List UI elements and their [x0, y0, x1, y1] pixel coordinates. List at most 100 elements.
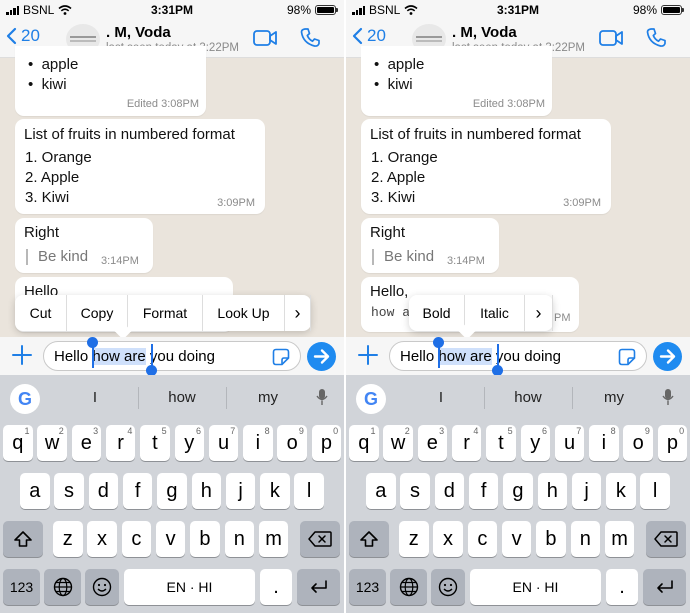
key-d[interactable]: d [434, 473, 465, 509]
menu-more-button[interactable]: › [285, 295, 311, 331]
key-w[interactable]: w2 [383, 425, 413, 461]
key-g[interactable]: g [503, 473, 533, 509]
menu-item-look-up[interactable]: Look Up [203, 295, 285, 331]
suggestion-word[interactable]: my [238, 389, 298, 406]
key-t[interactable]: t5 [486, 425, 516, 461]
message-bubble-list[interactable]: • apple • kiwi Edited 3:08PM [361, 46, 552, 116]
phone-icon[interactable] [300, 27, 320, 48]
key-w[interactable]: w2 [37, 425, 67, 461]
mic-icon[interactable] [316, 388, 328, 406]
selection-start-knob[interactable] [433, 337, 444, 348]
key-u[interactable]: u7 [554, 425, 585, 461]
return-key[interactable] [643, 569, 686, 605]
message-bubble-right[interactable]: Right Be kind 3:14PM [361, 218, 499, 273]
key-m[interactable]: m [604, 521, 635, 557]
key-u[interactable]: u7 [208, 425, 239, 461]
key-p[interactable]: p0 [657, 425, 688, 461]
key-z[interactable]: z [399, 521, 429, 557]
key-x[interactable]: x [87, 521, 117, 557]
key-s[interactable]: s [400, 473, 430, 509]
send-button[interactable] [307, 342, 336, 371]
key-j[interactable]: j [225, 473, 256, 509]
key-h[interactable]: h [191, 473, 221, 509]
message-bubble-right[interactable]: Right Be kind 3:14PM [15, 218, 153, 273]
key-z[interactable]: z [53, 521, 83, 557]
video-call-icon[interactable] [253, 29, 278, 47]
backspace-key[interactable] [300, 521, 340, 557]
message-bubble-list[interactable]: • apple • kiwi Edited 3:08PM [15, 46, 206, 116]
message-input[interactable]: Hello how are you doing [43, 341, 301, 371]
key-d[interactable]: d [88, 473, 119, 509]
key-k[interactable]: k [260, 473, 290, 509]
back-button[interactable]: 20 [6, 26, 40, 46]
space-key[interactable]: EN · HI [470, 569, 601, 605]
key-e[interactable]: e3 [417, 425, 448, 461]
key-l[interactable]: l [640, 473, 670, 509]
key-h[interactable]: h [537, 473, 567, 509]
key-o[interactable]: o9 [623, 425, 653, 461]
space-key[interactable]: EN · HI [124, 569, 255, 605]
key-j[interactable]: j [571, 473, 602, 509]
plus-icon[interactable] [356, 343, 380, 367]
send-button[interactable] [653, 342, 682, 371]
message-bubble-numbered[interactable]: List of fruits in numbered format 1. Ora… [361, 119, 611, 214]
suggestion-word[interactable]: I [411, 389, 471, 406]
key-t[interactable]: t5 [140, 425, 170, 461]
suggestion-word[interactable]: my [584, 389, 644, 406]
key-q[interactable]: q1 [3, 425, 33, 461]
key-i[interactable]: i8 [243, 425, 273, 461]
key-n[interactable]: n [224, 521, 254, 557]
key-x[interactable]: x [433, 521, 463, 557]
backspace-key[interactable] [646, 521, 686, 557]
key-c[interactable]: c [467, 521, 498, 557]
key-p[interactable]: p0 [311, 425, 342, 461]
key-c[interactable]: c [121, 521, 152, 557]
key-e[interactable]: e3 [71, 425, 102, 461]
sticker-icon[interactable] [618, 348, 636, 366]
key-y[interactable]: y6 [174, 425, 204, 461]
globe-key[interactable] [44, 569, 81, 605]
key-y[interactable]: y6 [520, 425, 550, 461]
google-logo[interactable]: G [356, 384, 386, 414]
mic-icon[interactable] [662, 388, 674, 406]
key-o[interactable]: o9 [277, 425, 307, 461]
message-bubble-numbered[interactable]: List of fruits in numbered format 1. Ora… [15, 119, 265, 214]
emoji-key[interactable] [431, 569, 465, 605]
key-n[interactable]: n [570, 521, 600, 557]
google-logo[interactable]: G [10, 384, 40, 414]
key-g[interactable]: g [157, 473, 187, 509]
numbers-key[interactable]: 123 [3, 569, 40, 605]
key-l[interactable]: l [294, 473, 324, 509]
key-a[interactable]: a [366, 473, 396, 509]
plus-icon[interactable] [10, 343, 34, 367]
key-s[interactable]: s [54, 473, 84, 509]
return-key[interactable] [297, 569, 340, 605]
key-q[interactable]: q1 [349, 425, 379, 461]
key-f[interactable]: f [122, 473, 153, 509]
shift-key[interactable] [3, 521, 43, 557]
key-r[interactable]: r4 [105, 425, 136, 461]
menu-item-cut[interactable]: Cut [15, 295, 67, 331]
suggestion-word[interactable]: how [498, 389, 558, 406]
key-b[interactable]: b [536, 521, 566, 557]
globe-key[interactable] [390, 569, 427, 605]
suggestion-word[interactable]: I [65, 389, 125, 406]
key-k[interactable]: k [606, 473, 636, 509]
menu-item-format[interactable]: Format [128, 295, 203, 331]
key-a[interactable]: a [20, 473, 50, 509]
message-input[interactable]: Hello how are you doing [389, 341, 647, 371]
menu-item-italic[interactable]: Italic [465, 295, 525, 331]
menu-item-bold[interactable]: Bold [409, 295, 465, 331]
numbers-key[interactable]: 123 [349, 569, 386, 605]
key-v[interactable]: v [155, 521, 186, 557]
back-button[interactable]: 20 [352, 26, 386, 46]
suggestion-word[interactable]: how [152, 389, 212, 406]
shift-key[interactable] [349, 521, 389, 557]
key-b[interactable]: b [190, 521, 220, 557]
key-v[interactable]: v [501, 521, 532, 557]
sticker-icon[interactable] [272, 348, 290, 366]
emoji-key[interactable] [85, 569, 119, 605]
key-m[interactable]: m [258, 521, 289, 557]
selection-start-knob[interactable] [87, 337, 98, 348]
key-i[interactable]: i8 [589, 425, 619, 461]
